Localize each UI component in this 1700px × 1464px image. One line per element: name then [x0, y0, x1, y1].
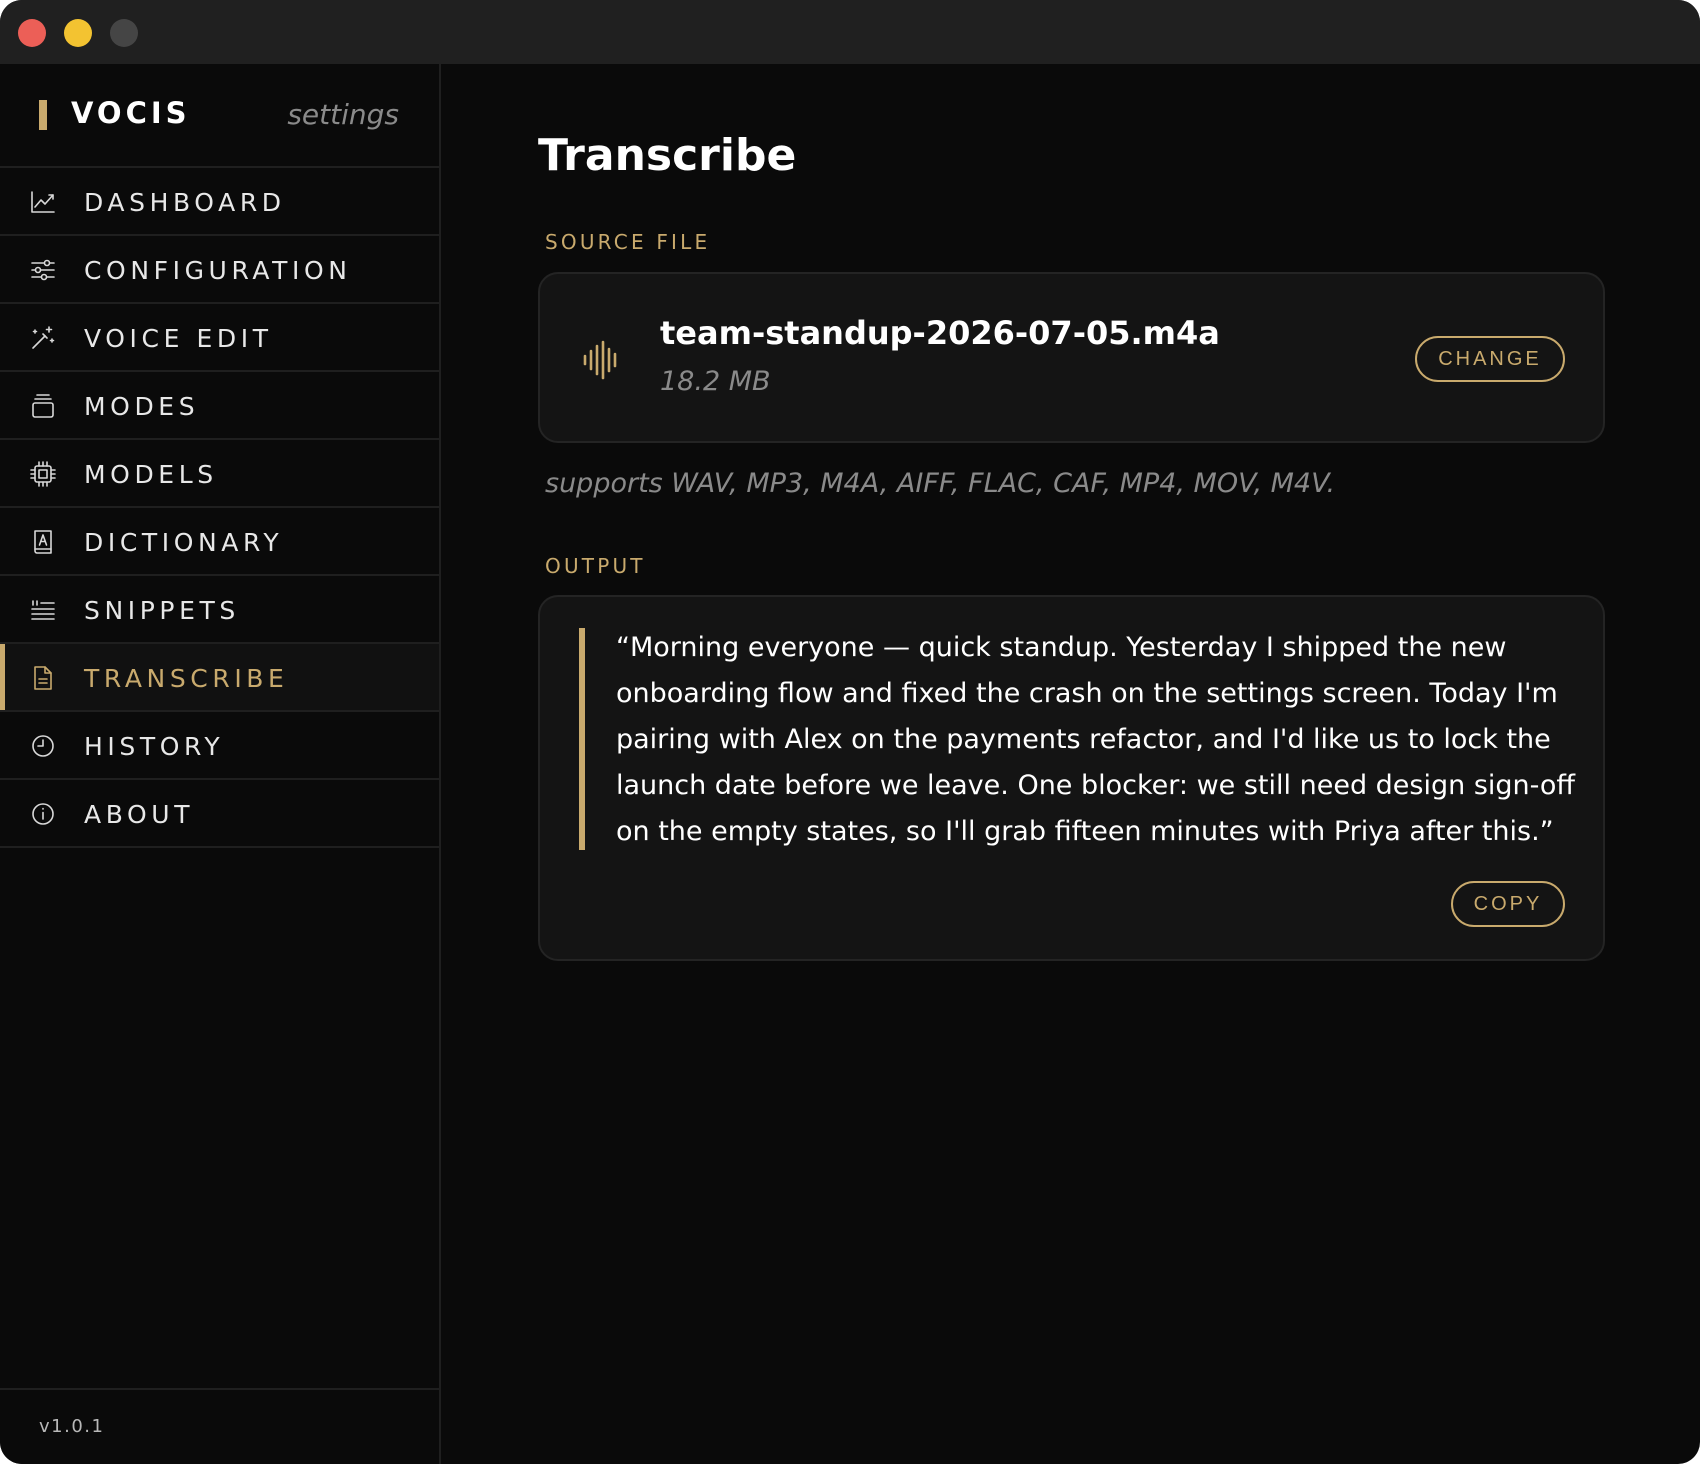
sidebar-item-configuration[interactable]: CONFIGURATION: [0, 236, 439, 304]
sidebar-item-dashboard[interactable]: DASHBOARD: [0, 168, 439, 236]
version-label: v1.0.1: [39, 1416, 105, 1437]
sidebar-item-dictionary[interactable]: DICTIONARY: [0, 508, 439, 576]
output-label: OUTPUT: [545, 554, 646, 578]
sidebar-item-label: HISTORY: [84, 732, 225, 761]
quote-accent-bar: [579, 628, 585, 850]
sidebar-nav: DASHBOARD CONFIGURATION VOICE EDIT MODES: [0, 168, 439, 848]
sidebar-item-about[interactable]: ABOUT: [0, 780, 439, 848]
sidebar-item-label: TRANSCRIBE: [84, 664, 289, 693]
sidebar-item-voice-edit[interactable]: VOICE EDIT: [0, 304, 439, 372]
document-icon: [29, 664, 57, 692]
sidebar-item-snippets[interactable]: SNIPPETS: [0, 576, 439, 644]
main-content: Transcribe SOURCE FILE team-standup-2026…: [443, 64, 1700, 1464]
app-window: VOCIS settings DASHBOARD CONFIGURATION V…: [0, 0, 1700, 1464]
brand-accent-bar: [39, 100, 47, 130]
brand-header: VOCIS settings: [0, 64, 439, 168]
change-file-button[interactable]: CHANGE: [1415, 336, 1565, 382]
file-name: team-standup-2026-07-05.m4a: [660, 314, 1220, 352]
supported-formats-hint: supports WAV, MP3, M4A, AIFF, FLAC, CAF,…: [545, 468, 1336, 499]
sidebar-item-label: MODELS: [84, 460, 218, 489]
sidebar-item-label: SNIPPETS: [84, 596, 240, 625]
title-bar: [0, 0, 1700, 64]
sidebar-item-label: VOICE EDIT: [84, 324, 273, 353]
clock-icon: [29, 732, 57, 760]
sidebar-footer: v1.0.1: [0, 1388, 439, 1464]
magic-wand-icon: [29, 324, 57, 352]
sidebar-item-transcribe[interactable]: TRANSCRIBE: [0, 644, 439, 712]
transcript-text: “Morning everyone — quick standup. Yeste…: [616, 632, 1576, 847]
copy-button[interactable]: COPY: [1451, 881, 1565, 927]
sidebar-item-modes[interactable]: MODES: [0, 372, 439, 440]
source-file-card: team-standup-2026-07-05.m4a 18.2 MB CHAN…: [538, 272, 1605, 443]
sidebar-item-label: CONFIGURATION: [84, 256, 352, 285]
sidebar-item-models[interactable]: MODELS: [0, 440, 439, 508]
sidebar-item-label: MODES: [84, 392, 200, 421]
output-card: “Morning everyone — quick standup. Yeste…: [538, 595, 1605, 961]
info-icon: [29, 800, 57, 828]
sliders-icon: [29, 256, 57, 284]
audio-waveform-icon: [582, 340, 620, 380]
quote-lines-icon: [29, 596, 57, 624]
source-file-label: SOURCE FILE: [545, 230, 711, 254]
sidebar-item-label: ABOUT: [84, 800, 195, 829]
chip-icon: [29, 460, 57, 488]
sidebar-item-label: DASHBOARD: [84, 188, 286, 217]
sidebar-item-label: DICTIONARY: [84, 528, 284, 557]
layers-icon: [29, 392, 57, 420]
file-size: 18.2 MB: [660, 366, 771, 397]
maximize-window-button[interactable]: [110, 19, 138, 47]
dictionary-book-icon: [29, 528, 57, 556]
sidebar: VOCIS settings DASHBOARD CONFIGURATION V…: [0, 64, 441, 1464]
chart-line-icon: [29, 188, 57, 216]
close-window-button[interactable]: [18, 19, 46, 47]
minimize-window-button[interactable]: [64, 19, 92, 47]
app-subtitle: settings: [287, 98, 399, 131]
page-title: Transcribe: [538, 130, 797, 181]
sidebar-item-history[interactable]: HISTORY: [0, 712, 439, 780]
app-name: VOCIS: [71, 96, 191, 130]
